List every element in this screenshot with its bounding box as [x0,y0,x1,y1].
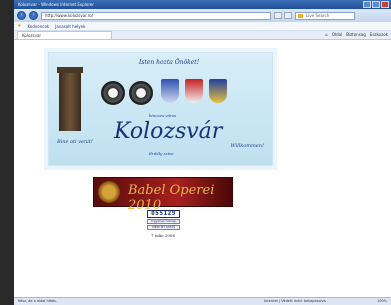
search-input[interactable]: Live Search [295,11,355,20]
ball-emblem-icon [98,181,120,203]
address-actions [274,12,292,19]
url-input[interactable]: http://www.kolozsvar.ro/ [41,11,271,20]
visitor-counter[interactable]: 055129 [147,210,180,218]
home-icon[interactable]: ⌂ [325,32,328,37]
window-controls [363,1,389,8]
close-icon[interactable] [381,1,389,8]
address-bar: ‹ › http://www.kolozsvar.ro/ Live Search [14,9,391,22]
seal-1-icon [101,81,125,105]
welcome-motto: Isten hozta Önöket! [139,59,200,66]
status-bar: Kész, de a oldal hibás. Internet | Védet… [14,297,391,305]
tools-menu[interactable]: Eszkozok [370,32,388,37]
maximize-icon[interactable] [372,1,380,8]
counter-link-stats[interactable]: VIEW MY STATS [147,225,180,230]
star-icon[interactable]: ★ [17,23,21,29]
tab-kolozsvar[interactable]: Kolozsvar [17,31,112,39]
forward-icon[interactable]: › [29,11,38,20]
subtitle: Erdély szíve [149,151,174,156]
command-bar: ⌂ Oldal Biztonsag Eszkozok [325,32,388,37]
coat-of-arms-1-icon [161,79,179,103]
zoom-level[interactable]: 100% [377,298,387,305]
coat-of-arms-3-icon [209,79,227,103]
title-bar: Kolozsvar - Windows Internet Explorer [14,0,391,9]
favorites-bar: ★ Kedvencek Javasolt helyek [14,22,391,31]
browser-window: Kolozsvar - Windows Internet Explorer ‹ … [14,0,391,305]
coat-of-arms-2-icon [185,79,203,103]
status-text: Kész, de a oldal hibás. [18,299,57,303]
page-content: Isten hozta Önöket! kincses város Kolozs… [14,40,391,297]
page-menu[interactable]: Oldal [332,32,342,37]
refresh-icon[interactable] [274,12,282,19]
city-title: Kolozsvár [114,119,223,144]
safety-menu[interactable]: Biztonsag [346,32,366,37]
suggested-sites-link[interactable]: Javasolt helyek [55,24,85,29]
favorites-button[interactable]: Kedvencek [27,24,49,29]
tower-illustration [57,67,83,131]
tab-bar: Kolozsvar ⌂ Oldal Biztonsag Eszkozok [14,31,391,40]
counter-links: Ingyenes honlap VIEW MY STATS [147,219,180,231]
welcome-banner: Isten hozta Önöket! kincses város Kolozs… [48,52,273,166]
ball-banner[interactable]: Babel Operei 2010 [93,177,233,213]
stop-icon[interactable] [284,12,292,19]
window-title: Kolozsvar - Windows Internet Explorer [18,2,94,7]
counter-link-free[interactable]: Ingyenes honlap [147,219,180,224]
back-icon[interactable]: ‹ [17,11,26,20]
since-date: 7 iulie 2006 [150,233,176,238]
seal-2-icon [129,81,153,105]
ball-title: Babel Operei 2010 [128,183,215,213]
greeting-romanian: Bine ati venit! [57,139,93,145]
security-zone: Internet | Védett mód: bekapcsolva [264,299,326,303]
tagline: kincses város [149,113,177,118]
minimize-icon[interactable] [363,1,371,8]
greeting-german: Willkommen! [230,143,264,149]
